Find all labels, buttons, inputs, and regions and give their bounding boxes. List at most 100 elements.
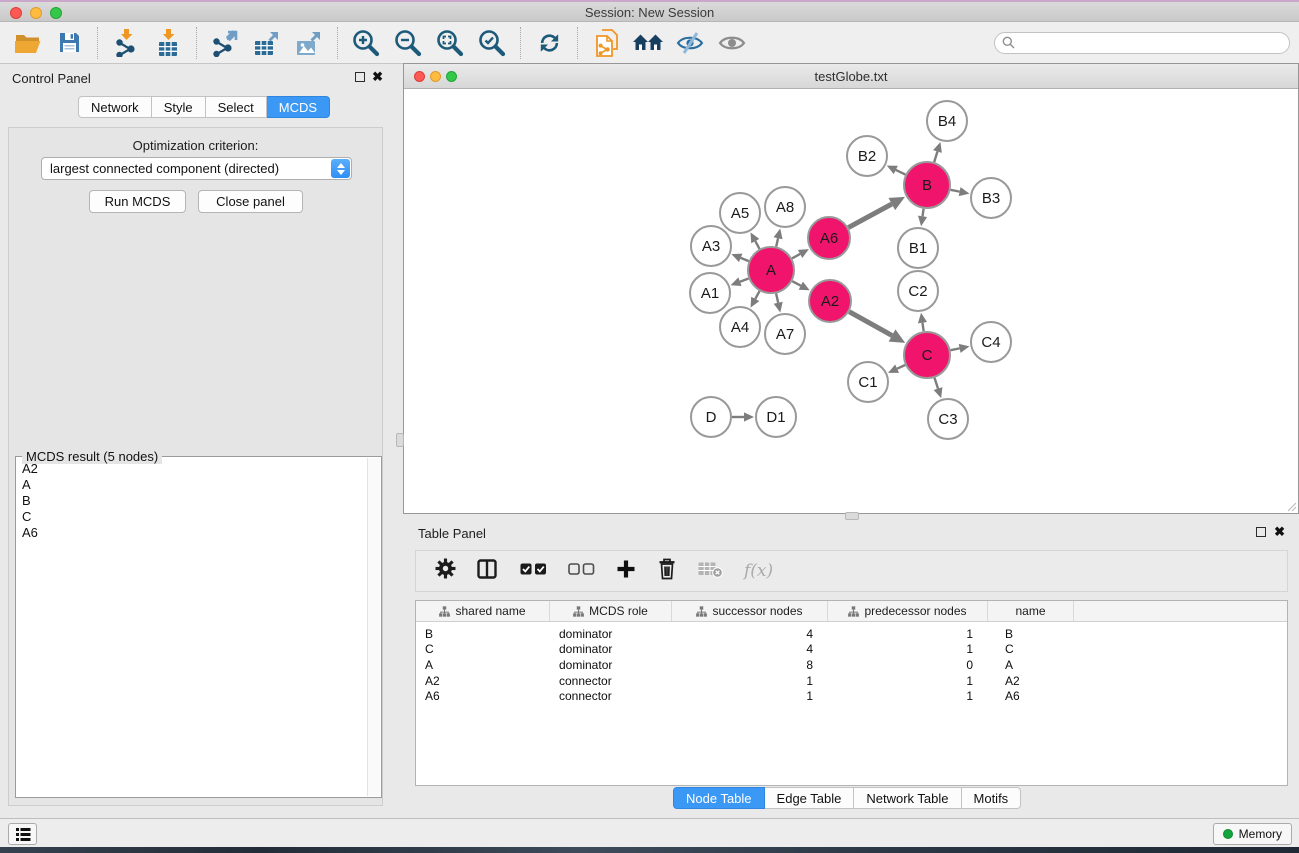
column-header[interactable]: MCDS role: [550, 601, 672, 621]
cell-MCDS-role[interactable]: dominator: [550, 658, 672, 672]
table-row[interactable]: A6connector11A6: [416, 688, 1287, 704]
cell-predecessor-nodes[interactable]: 0: [828, 658, 988, 672]
task-history-button[interactable]: [8, 823, 37, 845]
graph-edge-C-C4[interactable]: [951, 348, 960, 350]
graph-edge-B-B4[interactable]: [934, 152, 937, 163]
table-settings-button[interactable]: [435, 558, 456, 584]
graph-edge-C-C1[interactable]: [897, 365, 905, 369]
cell-predecessor-nodes[interactable]: 1: [828, 689, 988, 703]
delete-row-button[interactable]: [657, 557, 677, 585]
zoom-selected-button[interactable]: [471, 25, 513, 61]
cell-MCDS-role[interactable]: dominator: [550, 627, 672, 641]
graph-edge-A-A4[interactable]: [755, 291, 759, 299]
network-canvas[interactable]: AA1A2A3A4A5A6A7A8BB1B2B3B4CC1C2C3C4DD1: [404, 89, 1298, 513]
open-session-button[interactable]: [6, 25, 48, 61]
tab-style[interactable]: Style: [152, 96, 206, 118]
cell-predecessor-nodes[interactable]: 1: [828, 627, 988, 641]
graph-edge-A-A8[interactable]: [776, 238, 778, 246]
graph-edge-B-B3[interactable]: [951, 190, 960, 192]
splitpane-divider-handle[interactable]: [845, 512, 859, 520]
tab-mcds[interactable]: MCDS: [267, 96, 330, 118]
graph-edge-A-A6[interactable]: [792, 254, 800, 258]
graph-edge-C-C3[interactable]: [934, 378, 938, 389]
tab-edge-table[interactable]: Edge Table: [765, 787, 855, 809]
add-row-button[interactable]: [616, 559, 636, 584]
mcds-result-scrollbar[interactable]: [367, 458, 380, 796]
graph-edge-B-B1[interactable]: [923, 209, 924, 217]
close-panel-icon[interactable]: ✖: [372, 72, 383, 82]
clone-network-button[interactable]: [585, 25, 627, 61]
cell-shared-name[interactable]: A6: [416, 689, 550, 703]
cell-MCDS-role[interactable]: dominator: [550, 642, 672, 656]
table-row[interactable]: Cdominator41C: [416, 642, 1287, 658]
mcds-result-item[interactable]: A2: [18, 461, 365, 477]
save-session-button[interactable]: [48, 25, 90, 61]
cell-predecessor-nodes[interactable]: 1: [828, 674, 988, 688]
column-header[interactable]: shared name: [416, 601, 550, 621]
cell-MCDS-role[interactable]: connector: [550, 689, 672, 703]
select-all-button[interactable]: [520, 562, 547, 580]
cell-name[interactable]: C: [988, 642, 1074, 656]
cell-name[interactable]: A6: [988, 689, 1074, 703]
mcds-result-item[interactable]: C: [18, 509, 365, 525]
cell-successor-nodes[interactable]: 1: [672, 689, 828, 703]
refresh-view-button[interactable]: [528, 25, 570, 61]
home-button[interactable]: [627, 25, 669, 61]
export-image-button[interactable]: [288, 25, 330, 61]
table-row[interactable]: Bdominator41B: [416, 626, 1287, 642]
table-row[interactable]: A2connector11A2: [416, 673, 1287, 689]
tab-motifs[interactable]: Motifs: [962, 787, 1022, 809]
cell-shared-name[interactable]: B: [416, 627, 550, 641]
mcds-result-item[interactable]: A6: [18, 525, 365, 541]
tab-network-table[interactable]: Network Table: [854, 787, 961, 809]
graph-edge-B-B2[interactable]: [896, 170, 906, 175]
column-header[interactable]: predecessor nodes: [828, 601, 988, 621]
network-window-titlebar[interactable]: testGlobe.txt: [404, 64, 1298, 89]
graph-edge-C-C2[interactable]: [922, 323, 923, 332]
mcds-result-item[interactable]: A: [18, 477, 365, 493]
cell-name[interactable]: A2: [988, 674, 1074, 688]
import-table-button[interactable]: [147, 25, 189, 61]
float-panel-icon[interactable]: [1256, 527, 1266, 537]
cell-shared-name[interactable]: A: [416, 658, 550, 672]
graph-edge-A-A7[interactable]: [776, 293, 778, 302]
column-header[interactable]: successor nodes: [672, 601, 828, 621]
tab-select[interactable]: Select: [206, 96, 267, 118]
table-row[interactable]: Adominator80A: [416, 657, 1287, 673]
criterion-select[interactable]: largest connected component (directed): [41, 157, 352, 180]
graph-edge-A-A3[interactable]: [741, 258, 749, 261]
import-network-button[interactable]: [105, 25, 147, 61]
mcds-result-item[interactable]: B: [18, 493, 365, 509]
splitpane-divider-handle[interactable]: [396, 433, 404, 447]
export-network-button[interactable]: [204, 25, 246, 61]
memory-button[interactable]: Memory: [1213, 823, 1292, 845]
float-panel-icon[interactable]: [355, 72, 365, 82]
hide-network-button[interactable]: [669, 25, 711, 61]
search-input[interactable]: [994, 32, 1290, 54]
cell-successor-nodes[interactable]: 1: [672, 674, 828, 688]
graph-edge-A-A5[interactable]: [755, 241, 759, 249]
cell-successor-nodes[interactable]: 8: [672, 658, 828, 672]
export-table-button[interactable]: [246, 25, 288, 61]
graph-edge-A-A1[interactable]: [740, 278, 749, 281]
graph-edge-A2-C[interactable]: [849, 312, 892, 336]
zoom-out-button[interactable]: [387, 25, 429, 61]
resize-grip-icon[interactable]: [1286, 501, 1297, 512]
show-column-button[interactable]: [477, 559, 499, 584]
cell-MCDS-role[interactable]: connector: [550, 674, 672, 688]
zoom-in-button[interactable]: [345, 25, 387, 61]
cell-shared-name[interactable]: A2: [416, 674, 550, 688]
deselect-all-button[interactable]: [568, 562, 595, 580]
zoom-fit-button[interactable]: [429, 25, 471, 61]
cell-name[interactable]: B: [988, 627, 1074, 641]
show-network-button[interactable]: [711, 25, 753, 61]
close-panel-icon[interactable]: ✖: [1274, 527, 1285, 537]
cell-name[interactable]: A: [988, 658, 1074, 672]
cell-successor-nodes[interactable]: 4: [672, 642, 828, 656]
apply-function-button[interactable]: f(x): [744, 561, 773, 581]
graph-edge-A-A2[interactable]: [792, 281, 801, 285]
delete-table-button[interactable]: [698, 560, 723, 583]
cell-successor-nodes[interactable]: 4: [672, 627, 828, 641]
column-header[interactable]: name: [988, 601, 1074, 621]
tab-network[interactable]: Network: [78, 96, 152, 118]
